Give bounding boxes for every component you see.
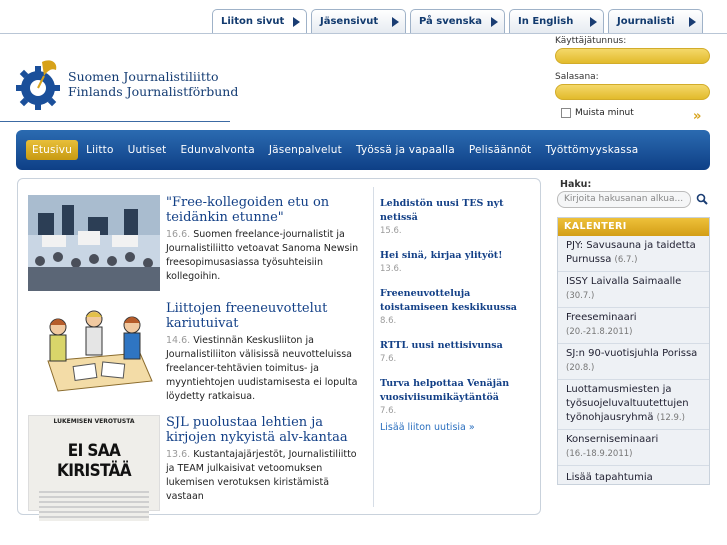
poster-caption: LUKEMISEN VEROTUSTA [53,418,135,425]
event-date: (20.-21.8.2011) [566,327,633,337]
calendar-title: KALENTERI [558,218,709,236]
search-label: Haku: [560,179,592,190]
list-item: Lehdistön uusi TES nyt netissä 15.6. [380,197,532,236]
password-input[interactable] [555,84,710,100]
tab-label: På svenska [419,16,483,27]
news-link[interactable]: RTTL uusi nettisivunsa [380,339,532,353]
main-nav: Etusivu Liitto Uutiset Edunvalvonta Jäse… [16,130,710,170]
nav-item-tyottomyyskassa[interactable]: Työttömyyskassa [540,140,645,160]
nav-item-etusivu[interactable]: Etusivu [26,140,79,160]
more-events-link[interactable]: Lisää tapahtumia [558,466,709,489]
calendar-item[interactable]: Luottamusmiesten ja työsuojeluvaltuutett… [558,380,709,430]
event-date: (20.8.) [566,363,595,373]
event-name: ISSY Laivalla Saimaalle [566,276,682,287]
arrow-right-icon [689,16,696,27]
remember-me[interactable]: Muista minut [561,108,715,118]
tab-jasensivut[interactable]: Jäsensivut [311,9,406,33]
feature-date: 16.6. [166,229,191,240]
content-panel: "Free-kollegoiden etu on teidänkin etunn… [17,178,541,521]
feature-title[interactable]: Liittojen freeneuvottelut kariutuivat [166,301,366,331]
logo-name-sv: Finlands Journalistförbund [68,84,239,99]
arrow-right-icon [590,16,597,27]
tab-journalisti[interactable]: Journalisti [608,9,703,33]
arrow-right-icon [293,16,300,27]
login-form: Käyttäjätunnus: Salasana: Muista minut » [555,36,715,124]
news-date: 15.6. [380,226,402,236]
search-input[interactable]: Kirjoita hakusanan alkua... [557,191,691,208]
feature-title[interactable]: SJL puolustaa lehtien ja kirjojen nykyis… [166,415,366,445]
negotiation-illustration-image[interactable] [28,301,160,397]
site-logo[interactable]: Suomen Journalistiliitto Finlands Journa… [16,58,238,110]
nav-item-tyossa-ja-vapaalla[interactable]: Työssä ja vapaalla [350,140,461,160]
arrow-right-icon [392,16,399,27]
news-link[interactable]: Hei sinä, kirjaa ylityöt! [380,249,532,263]
nav-item-edunvalvonta[interactable]: Edunvalvonta [174,140,260,160]
top-tabs: Liiton sivut Jäsensivut På svenska In En… [212,9,703,33]
login-submit-button[interactable]: » [693,109,701,124]
poster-body-lines [39,491,149,521]
event-date: (12.9.) [656,413,685,423]
poster-headline: EI SAA KIRISTÄÄ [56,441,132,481]
tab-pa-svenska[interactable]: På svenska [410,9,505,33]
nav-item-liitto[interactable]: Liitto [80,140,120,160]
news-date: 13.6. [380,264,402,274]
feature-title[interactable]: "Free-kollegoiden etu on teidänkin etunn… [166,195,366,225]
nav-item-uutiset[interactable]: Uutiset [122,140,173,160]
username-label: Käyttäjätunnus: [555,36,627,46]
header-rule [0,121,230,122]
feature-date: 14.6. [166,335,191,346]
protest-photo-image[interactable] [28,195,160,291]
event-date: (6.7.) [614,255,638,265]
calendar-item[interactable]: PJY: Savusauna ja taidetta Purnussa (6.7… [558,236,709,272]
union-emblem-icon [16,60,60,110]
news-list: Lehdistön uusi TES nyt netissä 15.6. Hei… [380,197,532,433]
list-item: Turva helpottaa Venäjän vuosiviisumikäyt… [380,377,532,416]
nav-item-pelisaannot[interactable]: Pelisäännöt [463,140,538,160]
calendar-item[interactable]: Konserniseminaari (16.-18.9.2011) [558,430,709,466]
news-link[interactable]: Lehdistön uusi TES nyt netissä [380,197,532,225]
password-label: Salasana: [555,72,599,82]
news-link[interactable]: Turva helpottaa Venäjän vuosiviisumikäyt… [380,377,532,405]
tab-label: Journalisti [617,16,675,27]
calendar-item[interactable]: SJ:n 90-vuotisjuhla Porissa (20.8.) [558,344,709,380]
arrow-right-icon [491,16,498,27]
news-date: 7.6. [380,406,397,416]
list-item: Hei sinä, kirjaa ylityöt! 13.6. [380,249,532,274]
nav-item-jasenpalvelut[interactable]: Jäsenpalvelut [263,140,348,160]
remember-label: Muista minut [575,108,634,118]
column-divider [373,187,374,507]
event-name: SJ:n 90-vuotisjuhla Porissa [566,348,698,359]
list-item: RTTL uusi nettisivunsa 7.6. [380,339,532,364]
tab-label: Jäsensivut [320,16,379,27]
calendar-item[interactable]: ISSY Laivalla Saimaalle (30.7.) [558,272,709,308]
remember-checkbox[interactable] [561,108,571,118]
tab-in-english[interactable]: In English [509,9,604,33]
tab-label: In English [518,16,574,27]
search-icon[interactable] [696,193,708,205]
feature-summary: Suomen freelance-journalistit ja Journal… [166,229,359,282]
news-date: 7.6. [380,354,397,364]
username-input[interactable] [555,48,710,64]
tab-liiton-sivut[interactable]: Liiton sivut [212,9,307,33]
calendar-item[interactable]: Freeseminaari (20.-21.8.2011) [558,308,709,344]
feature-summary: Kustantajajärjestöt, Journalistiliitto j… [166,449,357,502]
calendar-box: KALENTERI PJY: Savusauna ja taidetta Pur… [557,217,710,485]
event-name: Konserniseminaari [566,434,659,445]
feature-date: 13.6. [166,449,191,460]
logo-name-fi: Suomen Journalistiliitto [68,69,219,84]
event-name: Freeseminaari [566,312,637,323]
event-date: (16.-18.9.2011) [566,449,633,459]
campaign-poster-image[interactable]: LUKEMISEN VEROTUSTA EI SAA KIRISTÄÄ [28,415,160,521]
feature-summary: Viestinnän Keskusliiton ja Journalistili… [166,335,358,402]
news-date: 8.6. [380,316,397,326]
more-news-link[interactable]: Lisää liiton uutisia » [380,422,532,433]
tab-label: Liiton sivut [221,16,285,27]
news-link[interactable]: Freeneuvotteluja toistamiseen keskikuuss… [380,287,532,315]
tab-divider [0,33,727,34]
list-item: Freeneuvotteluja toistamiseen keskikuuss… [380,287,532,326]
event-date: (30.7.) [566,291,595,301]
